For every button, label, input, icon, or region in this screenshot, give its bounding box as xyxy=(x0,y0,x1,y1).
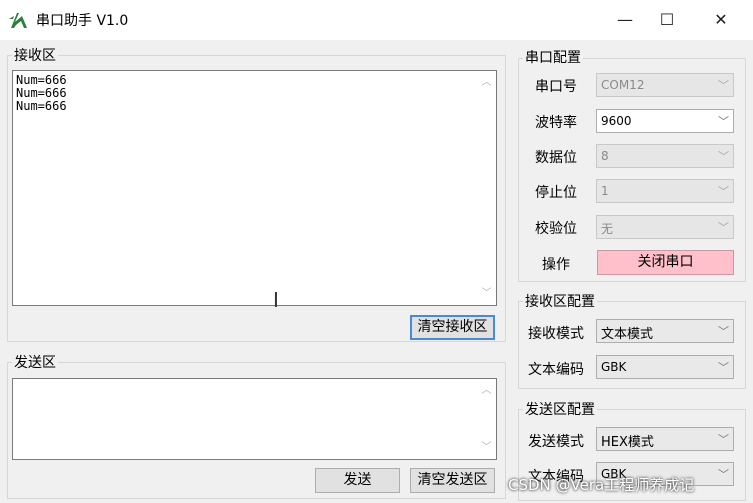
receive-group-label: 接收区 xyxy=(12,45,58,65)
port-label: 串口号 xyxy=(535,79,577,95)
send-button[interactable]: 发送 xyxy=(315,468,400,493)
window-title: 串口助手 V1.0 xyxy=(36,13,129,29)
chevron-down-icon: ﹀ xyxy=(718,79,729,92)
parity-select[interactable]: 无 ﹀ xyxy=(596,215,734,239)
receive-textarea[interactable]: Num=666 Num=666 Num=666 ︿ ﹀ xyxy=(12,70,497,306)
baud-label: 波特率 xyxy=(535,115,577,131)
port-value: COM12 xyxy=(601,78,645,92)
scroll-up-icon[interactable]: ︿ xyxy=(478,74,495,91)
recv-encoding-label: 文本编码 xyxy=(528,362,584,378)
stopbits-value: 1 xyxy=(601,184,609,198)
close-button[interactable]: ✕ xyxy=(706,6,736,34)
maximize-button[interactable]: ☐ xyxy=(652,6,682,34)
chevron-down-icon: ﹀ xyxy=(718,150,729,163)
send-group-label: 发送区 xyxy=(12,352,58,372)
serial-config-label: 串口配置 xyxy=(523,47,583,67)
parity-label: 校验位 xyxy=(535,221,577,237)
receive-line: Num=666 xyxy=(16,86,67,100)
minimize-button[interactable]: — xyxy=(610,6,640,34)
chevron-down-icon: ﹀ xyxy=(718,433,729,446)
send-textarea[interactable]: ︿ ﹀ xyxy=(12,378,497,460)
chevron-down-icon: ﹀ xyxy=(718,185,729,198)
databits-select[interactable]: 8 ﹀ xyxy=(596,144,734,168)
send-config-label: 发送区配置 xyxy=(523,399,597,419)
send-mode-value: HEX模式 xyxy=(601,435,654,450)
action-label: 操作 xyxy=(542,257,570,273)
receive-line: Num=666 xyxy=(16,99,67,113)
scroll-down-icon[interactable]: ﹀ xyxy=(478,439,495,456)
title-bar: 串口助手 V1.0 — ☐ ✕ xyxy=(0,0,753,40)
recv-mode-label: 接收模式 xyxy=(528,326,584,342)
parity-value: 无 xyxy=(601,222,614,236)
stopbits-label: 停止位 xyxy=(535,185,577,201)
chevron-down-icon: ﹀ xyxy=(718,221,729,234)
baud-value: 9600 xyxy=(601,114,632,128)
stopbits-select[interactable]: 1 ﹀ xyxy=(596,179,734,203)
port-select[interactable]: COM12 ﹀ xyxy=(596,73,734,97)
chevron-down-icon: ﹀ xyxy=(718,325,729,338)
recv-mode-select[interactable]: 文本模式 ﹀ xyxy=(596,319,734,343)
chevron-down-icon: ﹀ xyxy=(718,361,729,374)
send-mode-select[interactable]: HEX模式 ﹀ xyxy=(596,427,734,451)
receive-scrollbar[interactable]: ︿ ﹀ xyxy=(478,72,495,304)
receive-text: Num=666 Num=666 Num=666 xyxy=(13,71,496,116)
scroll-down-icon[interactable]: ﹀ xyxy=(478,285,495,302)
scroll-up-icon[interactable]: ︿ xyxy=(478,382,495,399)
clear-receive-button[interactable]: 清空接收区 xyxy=(410,315,495,340)
recv-encoding-value: GBK xyxy=(601,360,627,374)
send-mode-label: 发送模式 xyxy=(528,434,584,450)
app-logo-icon xyxy=(9,13,27,28)
baud-select[interactable]: 9600 ﹀ xyxy=(596,109,734,133)
recv-mode-value: 文本模式 xyxy=(601,327,654,342)
recv-config-label: 接收区配置 xyxy=(523,291,597,311)
send-scrollbar[interactable]: ︿ ﹀ xyxy=(478,380,495,458)
csdn-watermark: CSDN @Vera工程师养成记 xyxy=(508,476,695,494)
text-cursor-icon: I xyxy=(273,288,279,312)
databits-value: 8 xyxy=(601,149,609,163)
chevron-down-icon: ﹀ xyxy=(718,468,729,481)
receive-line: Num=666 xyxy=(16,73,67,87)
chevron-down-icon: ﹀ xyxy=(718,115,729,128)
databits-label: 数据位 xyxy=(535,150,577,166)
clear-send-button[interactable]: 清空发送区 xyxy=(410,468,495,493)
close-port-button[interactable]: 关闭串口 xyxy=(597,250,734,275)
recv-encoding-select[interactable]: GBK ﹀ xyxy=(596,355,734,379)
